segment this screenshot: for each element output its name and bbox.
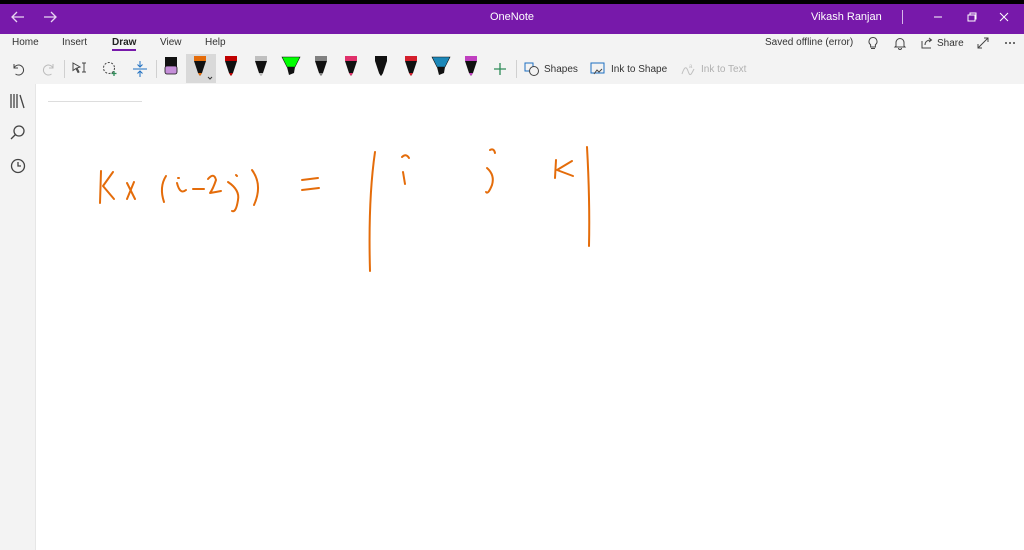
highlighter-lilac-icon[interactable]: [164, 57, 178, 75]
tab-view[interactable]: View: [160, 37, 182, 48]
tab-draw-underline: [112, 49, 136, 51]
tab-home[interactable]: Home: [12, 37, 39, 48]
highlighter-teal-icon[interactable]: [431, 56, 451, 75]
ribbon-tab-bar: Home Insert Draw View Help Saved offline…: [0, 34, 1024, 54]
pen-gallery[interactable]: [160, 54, 490, 84]
window-top-edge: [0, 0, 1024, 4]
sync-status[interactable]: Saved offline (error): [765, 37, 853, 48]
shapes-icon: [524, 62, 539, 76]
highlighter-green-icon[interactable]: [281, 56, 301, 75]
share-label: Share: [937, 37, 964, 49]
ink-to-shape-icon: [590, 62, 605, 75]
recent-icon[interactable]: [9, 157, 27, 175]
select-text-icon: [72, 62, 86, 74]
toolbar-divider: [516, 60, 517, 78]
pen-silver-icon[interactable]: [255, 56, 267, 76]
ink-to-shape-button[interactable]: Ink to Shape: [590, 58, 667, 80]
add-pen-button[interactable]: [493, 58, 507, 80]
pen-dark-red-icon[interactable]: [225, 56, 237, 76]
pen-black-icon[interactable]: [375, 56, 387, 76]
chevron-down-icon: [207, 76, 213, 80]
restore-icon[interactable]: [964, 9, 980, 25]
share-button[interactable]: Share: [920, 36, 964, 50]
pen-orange-icon[interactable]: [194, 56, 213, 80]
ink-to-text-icon: a: [681, 64, 695, 76]
pen-gray-pattern-icon[interactable]: [315, 56, 327, 76]
undo-button[interactable]: [10, 58, 26, 80]
add-space-icon: [133, 61, 147, 77]
shapes-button[interactable]: Shapes: [524, 58, 578, 80]
toolbar-divider: [64, 60, 65, 78]
notebooks-icon[interactable]: [9, 92, 27, 110]
title-separator: [902, 10, 903, 24]
pen-pink-icon[interactable]: [345, 56, 357, 76]
lasso-icon: [103, 62, 117, 76]
shapes-label: Shapes: [544, 63, 578, 75]
pen-galaxy-icon[interactable]: [465, 56, 477, 76]
bell-icon[interactable]: [893, 36, 907, 50]
draw-toolbar: Shapes Ink to Shape a Ink to Text: [0, 54, 1024, 85]
lasso-select-button[interactable]: [101, 58, 119, 80]
more-options-icon[interactable]: [1003, 36, 1017, 50]
title-bar: OneNote Vikash Ranjan: [0, 0, 1024, 34]
ink-to-shape-label: Ink to Shape: [611, 63, 668, 75]
svg-text:a: a: [689, 64, 693, 70]
plus-icon: [494, 63, 506, 75]
close-icon[interactable]: [996, 9, 1012, 25]
search-icon[interactable]: [9, 124, 27, 142]
minimize-icon[interactable]: [930, 9, 946, 25]
tab-insert[interactable]: Insert: [62, 37, 87, 48]
redo-button[interactable]: [41, 58, 57, 80]
undo-icon: [13, 64, 25, 76]
add-space-button[interactable]: [131, 58, 149, 80]
pen-red-icon[interactable]: [405, 56, 417, 76]
ink-to-text-label: Ink to Text: [701, 63, 747, 75]
redo-icon: [42, 64, 54, 76]
toolbar-divider: [156, 60, 157, 78]
tab-help[interactable]: Help: [205, 37, 226, 48]
user-name[interactable]: Vikash Ranjan: [811, 11, 882, 23]
page-title-field[interactable]: [48, 101, 142, 102]
page-canvas[interactable]: [36, 84, 1024, 550]
expand-icon[interactable]: [976, 36, 990, 50]
ink-to-text-button[interactable]: a Ink to Text: [680, 58, 746, 80]
tab-draw[interactable]: Draw: [112, 37, 136, 48]
lasso-text-select-button[interactable]: [71, 58, 89, 80]
share-icon: [921, 37, 933, 49]
navigation-sidebar: [0, 84, 36, 550]
lightbulb-icon[interactable]: [866, 36, 880, 50]
